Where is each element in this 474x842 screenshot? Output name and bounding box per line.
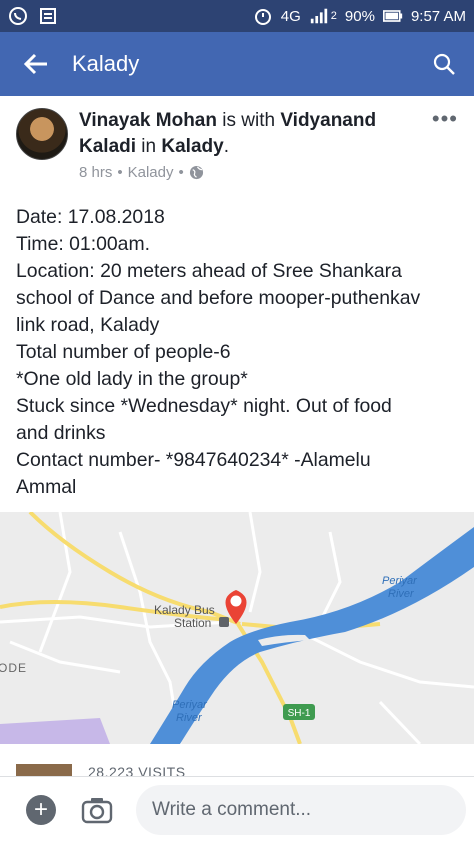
map-river-label-bottom-2: River [176, 712, 203, 724]
comment-bar: + [0, 776, 474, 842]
signal-icon [309, 6, 329, 26]
body-line: Contact number- *9847640234* -Alamelu [16, 449, 371, 471]
dot-separator: • [117, 164, 123, 181]
camera-button[interactable] [80, 795, 114, 825]
add-attachment-button[interactable]: + [26, 794, 56, 825]
map-river-label-top: Periyar [382, 575, 418, 587]
comment-input[interactable] [136, 784, 466, 835]
back-button[interactable] [0, 32, 72, 96]
visits-count: 28,223 VISITS [88, 764, 186, 776]
place-name[interactable]: Kalady [161, 136, 223, 157]
post-header: Vinayak Mohan is with Vidyanand Kaladi i… [0, 108, 474, 181]
map-river-label-top-2: River [388, 588, 415, 600]
battery-label: 90% [344, 7, 375, 25]
time-label: 9:57 AM [410, 7, 466, 25]
visits-thumbnail [16, 764, 72, 776]
network-label: 4G [280, 7, 301, 25]
search-button[interactable] [414, 32, 474, 96]
map-canvas: SH-1 Kalady Bus Station Periyar River Pe… [0, 512, 474, 744]
post-location[interactable]: Kalady [128, 164, 174, 181]
body-line: Date: 17.08.2018 [16, 206, 165, 228]
post-meta: Vinayak Mohan is with Vidyanand Kaladi i… [79, 108, 422, 181]
author-line: Vinayak Mohan is with Vidyanand Kaladi i… [79, 108, 422, 160]
post-body: Date: 17.08.2018 Time: 01:00am. Location… [16, 204, 466, 501]
status-bar: 4G 2 90% 9:57 AM [0, 0, 474, 32]
news-icon [38, 6, 58, 26]
in-text: in [136, 136, 162, 157]
location-map[interactable]: SH-1 Kalady Bus Station Periyar River Pe… [0, 512, 474, 744]
body-line: Time: 01:00am. [16, 233, 150, 255]
map-station-label: Kalady Bus [154, 603, 215, 617]
battery-icon [382, 6, 403, 26]
globe-icon [189, 165, 203, 180]
post-subline: 8 hrs • Kalady • [79, 164, 422, 181]
period-text: . [223, 136, 229, 157]
body-line: Stuck since *Wednesday* night. Out of fo… [16, 395, 392, 417]
visits-strip: 28,223 VISITS [0, 744, 474, 776]
whatsapp-icon [8, 6, 28, 26]
map-station-label-2: Station [174, 616, 211, 630]
more-options-button[interactable]: ••• [422, 108, 458, 181]
avatar[interactable] [16, 108, 68, 160]
body-line: Location: 20 meters ahead of Sree Shanka… [16, 260, 402, 282]
arrow-left-icon [23, 53, 47, 75]
map-river-label-bottom: Periyar [172, 699, 208, 711]
body-line: link road, Kalady [16, 314, 160, 336]
search-icon [433, 53, 455, 75]
map-road-badge-label: SH-1 [288, 708, 311, 719]
body-line: and drinks [16, 422, 106, 444]
alarm-icon [253, 6, 273, 26]
body-line: Ammal [16, 476, 77, 498]
dot-separator: • [178, 164, 184, 181]
app-bar: Kalady [0, 32, 474, 96]
map-edge-label: ODE [0, 661, 27, 675]
body-line: Total number of people-6 [16, 341, 231, 363]
author-name[interactable]: Vinayak Mohan [79, 110, 217, 131]
page-title: Kalady [72, 51, 140, 76]
bus-stop-icon [219, 617, 229, 627]
camera-icon [81, 797, 113, 823]
time-ago[interactable]: 8 hrs [79, 164, 112, 181]
body-line: school of Dance and before mooper-puthen… [16, 287, 421, 309]
sim-slot-label: 2 [330, 10, 337, 22]
plus-icon: + [33, 795, 48, 823]
body-line: *One old lady in the group* [16, 368, 248, 390]
with-text: is with [216, 110, 281, 131]
